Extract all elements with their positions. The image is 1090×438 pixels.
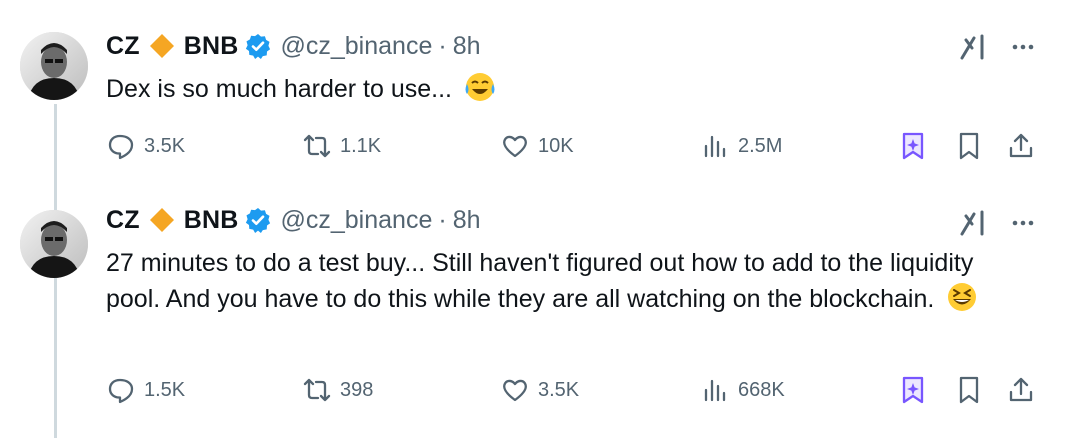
- like-icon: [503, 379, 527, 402]
- share-icon: [1009, 133, 1033, 158]
- tweet-actions: 3.5K 1.1K 10K 2.5M: [106, 128, 1046, 164]
- timestamp[interactable]: 8h: [453, 30, 481, 62]
- author-name[interactable]: CZ: [106, 30, 140, 62]
- tweet-text-content: Dex is so much harder to use...: [106, 75, 452, 103]
- more-icon[interactable]: [1008, 32, 1038, 62]
- retweet-icon: [303, 134, 331, 158]
- reply-count: 3.5K: [144, 134, 186, 157]
- reply-button[interactable]: 1.5K: [106, 372, 185, 408]
- separator: ·: [438, 32, 447, 60]
- views-count: 668K: [738, 378, 785, 401]
- tweet-text: Dex is so much harder to use...: [106, 70, 1006, 106]
- retweet-button[interactable]: 398: [302, 372, 373, 408]
- reply-icon: [108, 134, 134, 160]
- retweet-icon: [303, 378, 331, 402]
- more-icon[interactable]: [1008, 208, 1038, 238]
- tweet-header: CZ BNB @cz_binance · 8h: [106, 30, 481, 62]
- share-button[interactable]: [1006, 372, 1044, 408]
- author-name-suffix[interactable]: BNB: [184, 30, 239, 62]
- retweet-button[interactable]: 1.1K: [302, 128, 381, 164]
- share-button[interactable]: [1006, 128, 1044, 164]
- grok-bookmark-icon: [902, 132, 924, 160]
- avatar[interactable]: [20, 210, 88, 278]
- grok-icon[interactable]: [956, 30, 990, 64]
- grok-icon[interactable]: [956, 206, 990, 240]
- bookmark-button[interactable]: [954, 372, 992, 408]
- diamond-icon: [148, 206, 176, 234]
- tweet-header: CZ BNB @cz_binance · 8h: [106, 204, 481, 236]
- views-icon: [704, 379, 726, 402]
- grok-bookmark-icon: [902, 376, 924, 404]
- grok-bookmark-button[interactable]: [898, 372, 936, 408]
- verified-badge-icon[interactable]: [245, 207, 271, 233]
- like-button[interactable]: 10K: [500, 128, 574, 164]
- grok-bookmark-button[interactable]: [898, 128, 936, 164]
- bookmark-icon: [959, 132, 979, 160]
- author-name-suffix[interactable]: BNB: [184, 204, 239, 236]
- views-count: 2.5M: [738, 134, 783, 157]
- author-handle[interactable]: @cz_binance: [281, 204, 433, 236]
- reply-icon: [108, 378, 134, 404]
- author-handle[interactable]: @cz_binance: [281, 30, 433, 62]
- tweet-thread: CZ BNB @cz_binance · 8h Dex is so much h…: [0, 0, 1090, 438]
- like-icon: [503, 135, 527, 158]
- face-with-tears-of-joy-emoji: [463, 70, 497, 104]
- avatar[interactable]: [20, 32, 88, 100]
- grinning-squinting-face-emoji: [945, 280, 979, 314]
- like-count: 10K: [538, 134, 574, 157]
- tweet[interactable]: CZ BNB @cz_binance · 8h: [0, 0, 1090, 178]
- retweet-count: 1.1K: [340, 134, 382, 157]
- retweet-count: 398: [340, 378, 374, 401]
- author-name[interactable]: CZ: [106, 204, 140, 236]
- views-icon: [704, 135, 726, 158]
- bookmark-icon: [959, 376, 979, 404]
- bookmark-button[interactable]: [954, 128, 992, 164]
- like-button[interactable]: 3.5K: [500, 372, 579, 408]
- diamond-icon: [148, 32, 176, 60]
- separator: ·: [438, 206, 447, 234]
- tweet-text: 27 minutes to do a test buy... Still hav…: [106, 246, 1006, 316]
- like-count: 3.5K: [538, 378, 580, 401]
- views-button[interactable]: 668K: [700, 372, 785, 408]
- tweet[interactable]: CZ BNB @cz_binance · 8h: [0, 180, 1090, 438]
- share-icon: [1009, 377, 1033, 402]
- tweet-actions: 1.5K 398 3.5K 668K: [106, 372, 1046, 408]
- tweet-text-content: 27 minutes to do a test buy... Still hav…: [106, 249, 974, 313]
- views-button[interactable]: 2.5M: [700, 128, 782, 164]
- timestamp[interactable]: 8h: [453, 204, 481, 236]
- reply-count: 1.5K: [144, 378, 186, 401]
- reply-button[interactable]: 3.5K: [106, 128, 185, 164]
- verified-badge-icon[interactable]: [245, 33, 271, 59]
